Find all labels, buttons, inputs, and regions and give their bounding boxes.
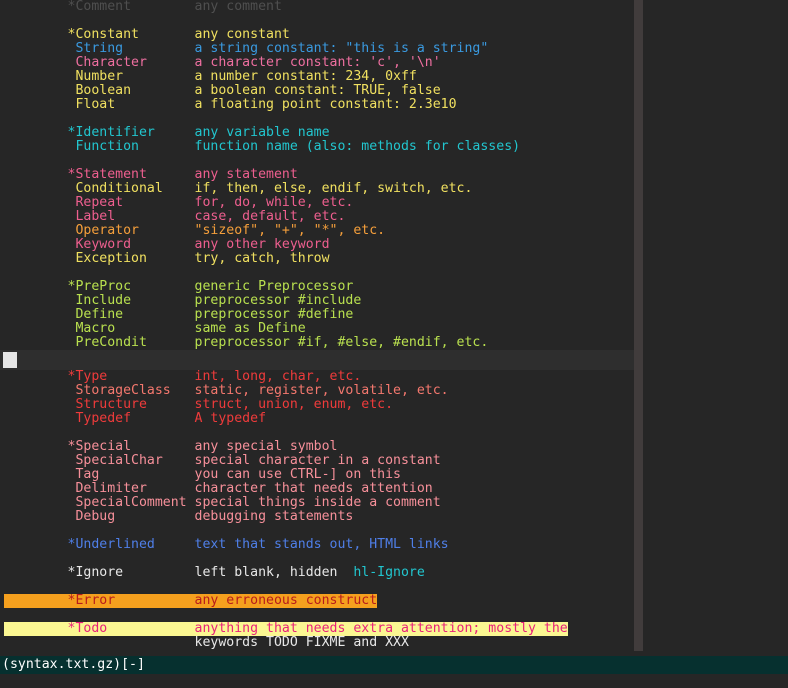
horizontal-scrollbar-thumb[interactable] (3, 352, 17, 368)
buffer-line-blank-7 (0, 552, 634, 566)
buffer-line-blank-2 (0, 112, 634, 126)
buffer-line-blank-8 (0, 580, 634, 594)
syntax-token-structure: Structure struct, union, enum, etc. (4, 397, 394, 412)
buffer-line-boolean: Boolean a boolean constant: TRUE, false (0, 84, 634, 98)
buffer-line-float: Float a floating point constant: 2.3e10 (0, 98, 634, 112)
syntax-token-define: Define preprocessor #define (4, 307, 354, 322)
buffer-line-identifier: *Identifier any variable name (0, 126, 634, 140)
buffer-line-type: *Type int, long, char, etc. (0, 370, 634, 384)
buffer-line-specialcomment: SpecialComment special things inside a c… (0, 496, 634, 510)
buffer-line-blank-1 (0, 14, 634, 28)
buffer-line-macro: Macro same as Define (0, 322, 634, 336)
buffer-line-exception: Exception try, catch, throw (0, 252, 634, 266)
vim-window: *Comment any comment *Constant any const… (0, 0, 788, 688)
buffer-line-tag: Tag you can use CTRL-] on this (0, 468, 634, 482)
buffer-line-special: *Special any special symbol (0, 440, 634, 454)
buffer-line-precondit: PreCondit preprocessor #if, #else, #endi… (0, 336, 634, 350)
buffer-line-conditional: Conditional if, then, else, endif, switc… (0, 182, 634, 196)
syntax-token-ignore-0: *Ignore left blank, hidden (4, 565, 354, 580)
buffer-line-preproc: *PreProc generic Preprocessor (0, 280, 634, 294)
buffer-line-statement: *Statement any statement (0, 168, 634, 182)
syntax-token-label: Label case, default, etc. (4, 209, 346, 224)
syntax-token-precondit: PreCondit preprocessor #if, #else, #endi… (4, 335, 489, 350)
syntax-token-specialcomment: SpecialComment special things inside a c… (4, 495, 441, 510)
syntax-token-keyword: Keyword any other keyword (4, 237, 330, 252)
buffer-line-delimiter: Delimiter character that needs attention (0, 482, 634, 496)
syntax-token-todo-cont: keywords TODO FIXME and XXX (4, 635, 409, 650)
syntax-token-character: Character a character constant: 'c', '\n… (4, 55, 441, 70)
syntax-token-conditional: Conditional if, then, else, endif, switc… (4, 181, 473, 196)
syntax-token-debug: Debug debugging statements (4, 509, 354, 524)
syntax-token-boolean: Boolean a boolean constant: TRUE, false (4, 83, 441, 98)
syntax-token-exception: Exception try, catch, throw (4, 251, 330, 266)
buffer-line-blank-4 (0, 266, 634, 280)
syntax-token-underlined: *Underlined text that stands out, HTML l… (4, 537, 449, 552)
buffer-line-comment: *Comment any comment (0, 0, 634, 14)
syntax-token-constant: *Constant any constant (4, 27, 290, 42)
syntax-token-statement: *Statement any statement (4, 167, 298, 182)
buffer-line-todo-cont: keywords TODO FIXME and XXX (0, 636, 634, 650)
buffer-line-structure: Structure struct, union, enum, etc. (0, 398, 634, 412)
syntax-token-repeat: Repeat for, do, while, etc. (4, 195, 354, 210)
buffer-line-specialchar: SpecialChar special character in a const… (0, 454, 634, 468)
syntax-token-macro: Macro same as Define (4, 321, 306, 336)
syntax-token-specialchar: SpecialChar special character in a const… (4, 453, 441, 468)
buffer-line-todo: *Todo anything that needs extra attentio… (0, 622, 634, 636)
syntax-token-storageclass: StorageClass static, register, volatile,… (4, 383, 449, 398)
syntax-token-type: *Type int, long, char, etc. (4, 369, 362, 384)
syntax-token-comment: *Comment any comment (4, 0, 282, 14)
buffer-line-blank-6 (0, 524, 634, 538)
syntax-token-float: Float a floating point constant: 2.3e10 (4, 97, 457, 112)
buffer-line-repeat: Repeat for, do, while, etc. (0, 196, 634, 210)
buffer-line-blank-5 (0, 426, 634, 440)
syntax-token-delimiter: Delimiter character that needs attention (4, 481, 433, 496)
status-line: (syntax.txt.gz)[-] (0, 656, 788, 674)
syntax-token-typedef: Typedef A typedef (4, 411, 267, 426)
syntax-token-include: Include preprocessor #include (4, 293, 362, 308)
buffer-line-include: Include preprocessor #include (0, 294, 634, 308)
buffer-line-constant: *Constant any constant (0, 28, 634, 42)
syntax-token-todo: *Todo anything that needs extra attentio… (4, 621, 568, 636)
buffer-line-debug: Debug debugging statements (0, 510, 634, 524)
syntax-token-identifier: *Identifier any variable name (4, 125, 330, 140)
buffer-line-blank-3 (0, 154, 634, 168)
buffer-line-blank-9 (0, 608, 634, 622)
buffer-line-function: Function function name (also: methods fo… (0, 140, 634, 154)
buffer-line-character: Character a character constant: 'c', '\n… (0, 56, 634, 70)
buffer-line-ignore: *Ignore left blank, hidden hl-Ignore (0, 566, 634, 580)
text-buffer[interactable]: *Comment any comment *Constant any const… (0, 0, 634, 656)
buffer-line-typedef: Typedef A typedef (0, 412, 634, 426)
buffer-line-underlined: *Underlined text that stands out, HTML l… (0, 538, 634, 552)
buffer-line-keyword: Keyword any other keyword (0, 238, 634, 252)
buffer-line-define: Define preprocessor #define (0, 308, 634, 322)
buffer-line-error: *Error any erroneous construct (0, 594, 634, 608)
command-line[interactable] (0, 674, 788, 688)
syntax-token-operator: Operator "sizeof", "+", "*", etc. (4, 223, 386, 238)
buffer-line-storageclass: StorageClass static, register, volatile,… (0, 384, 634, 398)
syntax-token-special: *Special any special symbol (4, 439, 338, 454)
buffer-line-string: String a string constant: "this is a str… (0, 42, 634, 56)
syntax-token-number: Number a number constant: 234, 0xff (4, 69, 417, 84)
buffer-line-operator: Operator "sizeof", "+", "*", etc. (0, 224, 634, 238)
horizontal-scrollbar[interactable] (0, 350, 634, 370)
syntax-token-ignore-1: hl-Ignore (353, 565, 425, 580)
vertical-scrollbar-thumb[interactable] (634, 0, 643, 651)
buffer-line-label: Label case, default, etc. (0, 210, 634, 224)
syntax-token-string: String a string constant: "this is a str… (4, 41, 489, 56)
right-gutter (643, 0, 788, 656)
buffer-line-number: Number a number constant: 234, 0xff (0, 70, 634, 84)
syntax-token-error: *Error any erroneous construct (4, 593, 378, 608)
syntax-token-preproc: *PreProc generic Preprocessor (4, 279, 354, 294)
syntax-token-tag: Tag you can use CTRL-] on this (4, 467, 401, 482)
syntax-token-function: Function function name (also: methods fo… (4, 139, 521, 154)
